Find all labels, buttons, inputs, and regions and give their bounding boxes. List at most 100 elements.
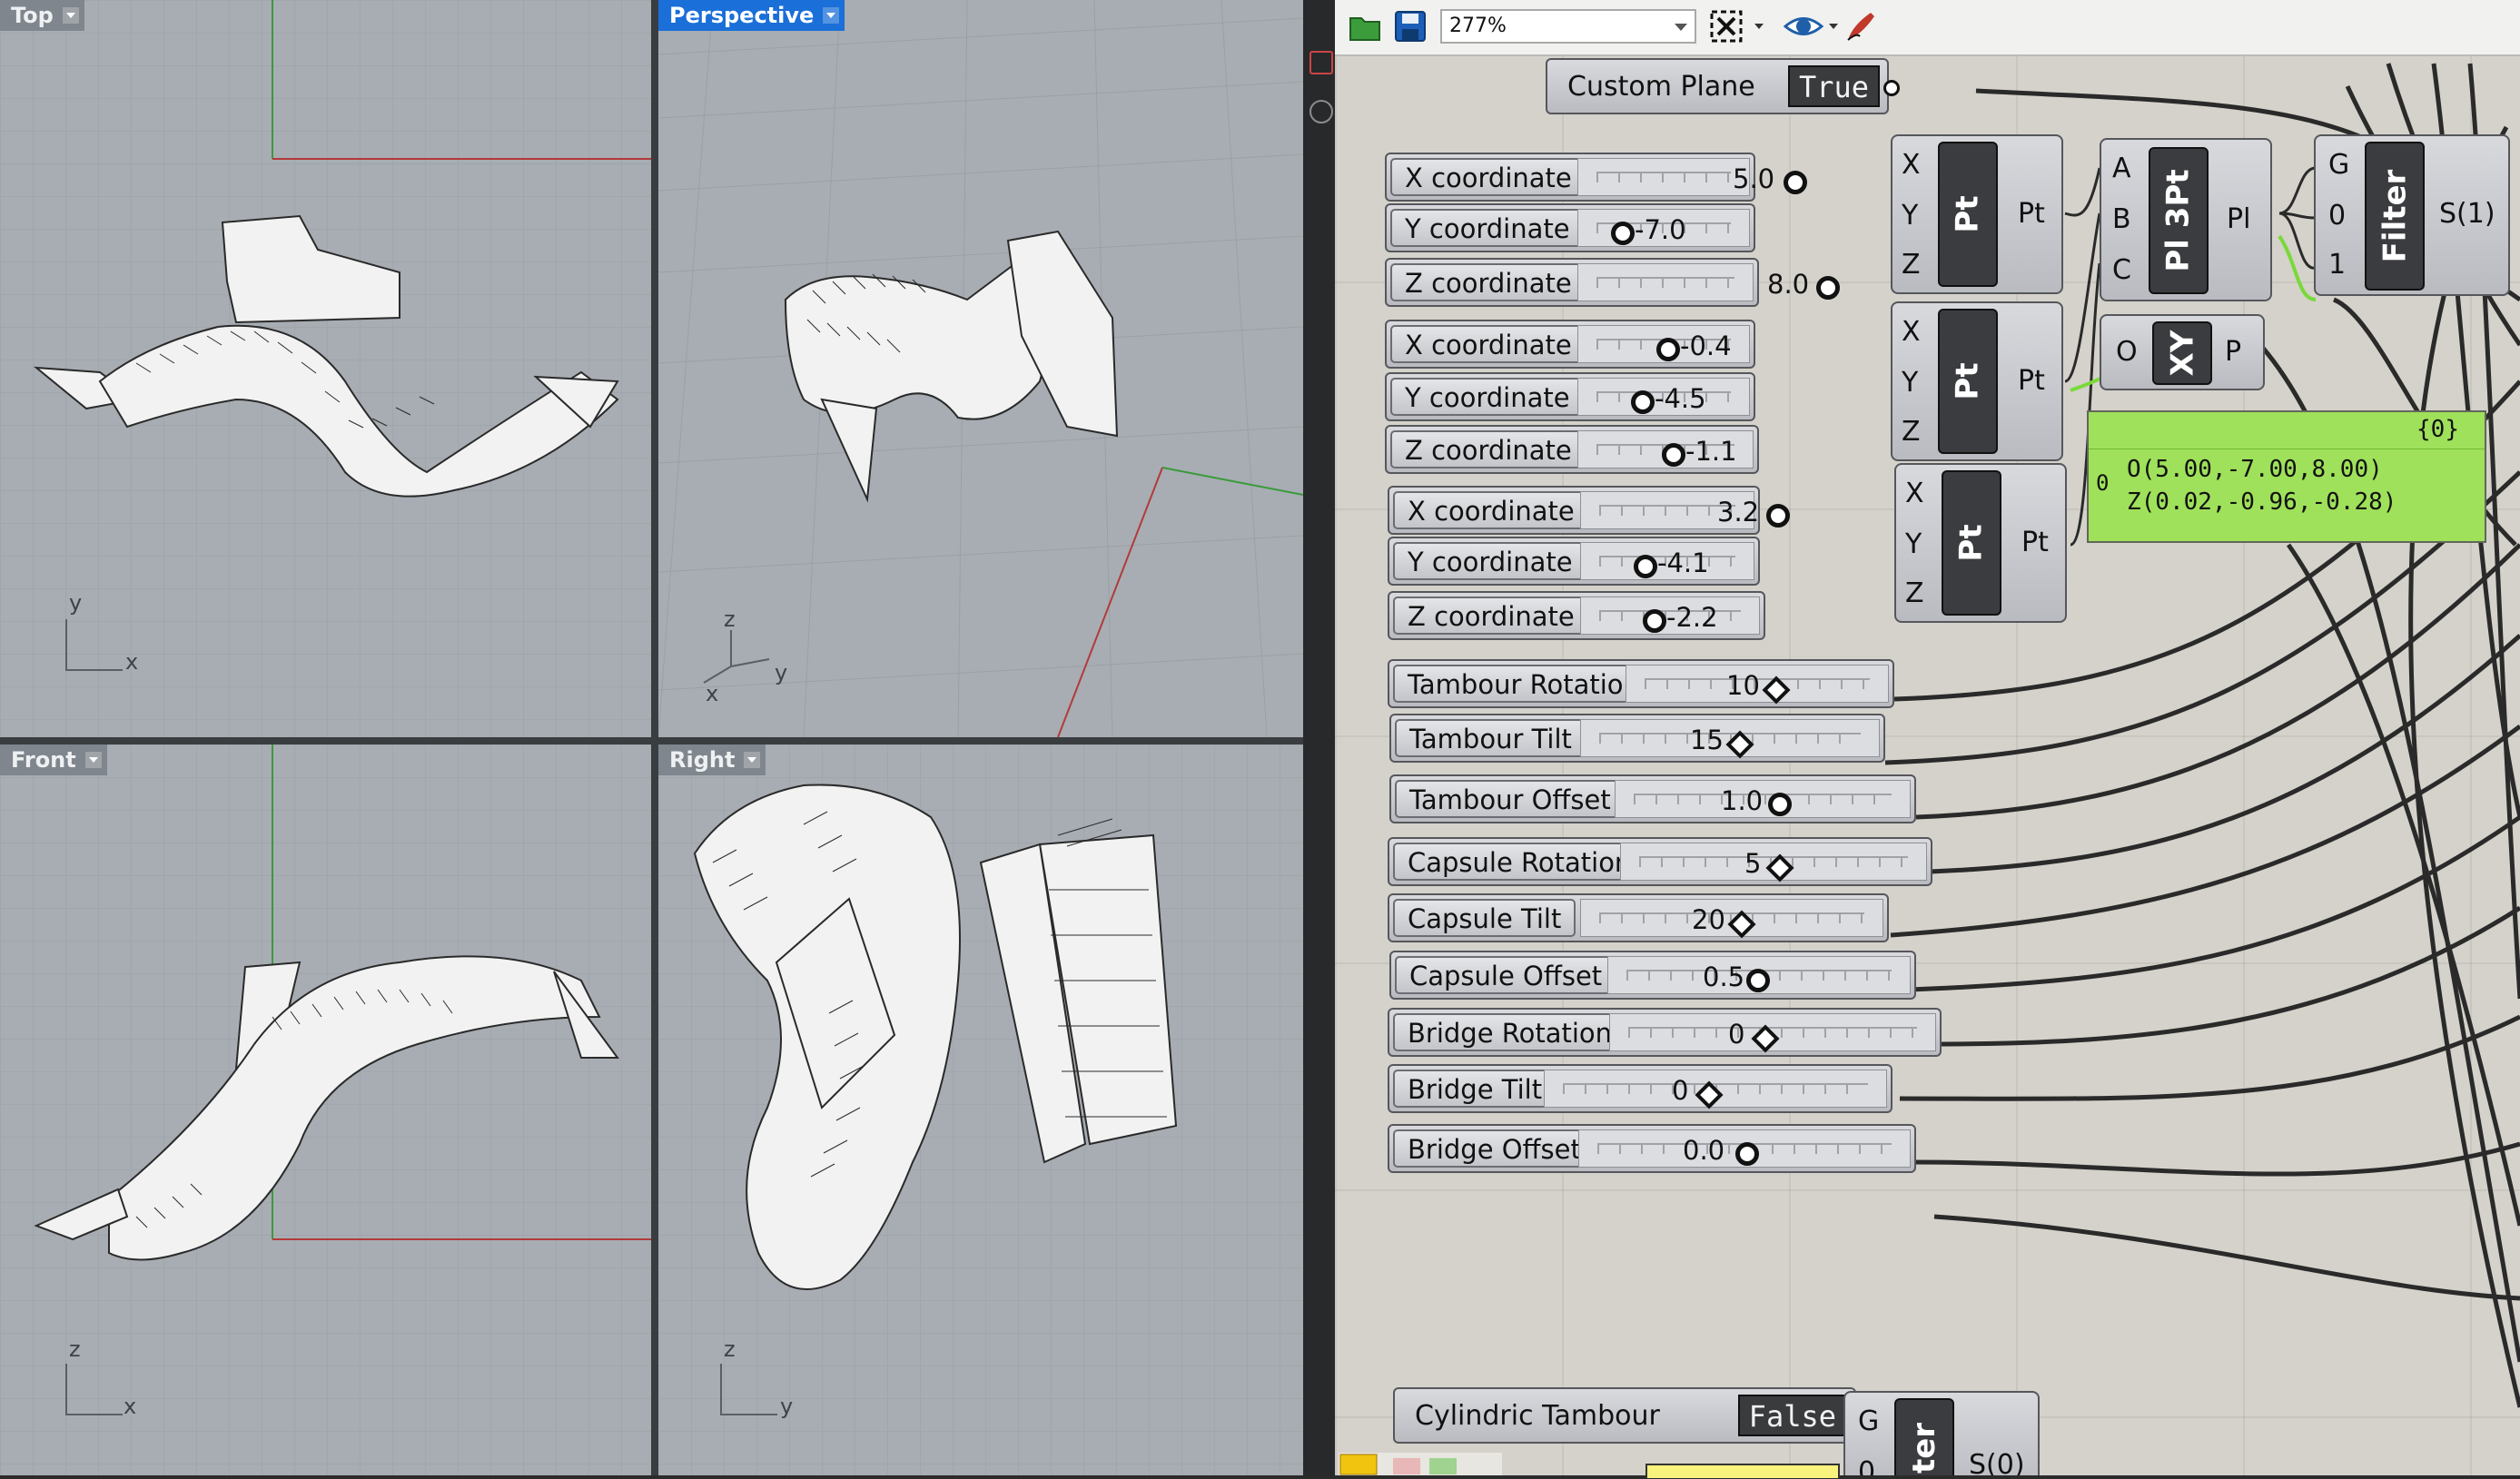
slider-grip[interactable] <box>1784 171 1807 194</box>
input-x[interactable]: X <box>1902 149 1921 181</box>
slider-track[interactable]: -0.4 <box>1577 325 1750 363</box>
sketch-pen-icon[interactable] <box>1843 9 1878 44</box>
output-plane[interactable]: P <box>2225 336 2241 368</box>
tab-viewport-right[interactable]: Right <box>658 744 766 775</box>
output-stream[interactable]: S(0) <box>1969 1449 2025 1475</box>
grasshopper-canvas[interactable]: 277% Custom Plane True X coordinate 5.0 … <box>1335 0 2520 1475</box>
slider-track[interactable]: -7.0 <box>1577 209 1750 247</box>
input-x[interactable]: X <box>1902 316 1921 348</box>
input-1[interactable]: 1 <box>2328 249 2346 281</box>
z-coordinate-slider[interactable]: Z coordinate -1.1 <box>1385 425 1759 474</box>
output-pl[interactable]: Pl <box>2227 203 2250 235</box>
input-b[interactable]: B <box>2112 203 2131 235</box>
viewport-top[interactable]: Top y x <box>0 0 651 737</box>
stream-filter-component[interactable]: G 0 1 Filter S(1) <box>2314 134 2510 296</box>
slider-track[interactable]: 0 <box>1544 1070 1887 1109</box>
x-coordinate-slider[interactable]: X coordinate 3.2 <box>1388 486 1790 535</box>
input-a[interactable]: A <box>2112 153 2131 184</box>
output-stream[interactable]: S(1) <box>2439 198 2495 230</box>
chevron-down-icon[interactable] <box>823 7 840 24</box>
bridge-tilt-slider[interactable]: Bridge Tilt 0 <box>1388 1064 1892 1113</box>
tambour-offset-slider[interactable]: Tambour Offset 1.0 <box>1389 774 1916 823</box>
bridge-offset-slider[interactable]: Bridge Offset 0.0 <box>1388 1124 1916 1173</box>
cylindric-tambour-toggle[interactable]: Cylindric Tambour False <box>1393 1387 1856 1444</box>
viewport-right[interactable]: Right z y <box>658 744 1303 1475</box>
y-coordinate-slider[interactable]: Y coordinate -4.5 <box>1385 372 1755 421</box>
slider-grip[interactable] <box>1634 555 1657 578</box>
output-panel[interactable]: {0} 0 O(5.00,-7.00,8.00) Z(0.02,-0.96,-0… <box>2087 410 2486 543</box>
output-grip[interactable] <box>1883 80 1900 96</box>
slider-track[interactable]: 8.0 <box>1577 263 1840 301</box>
tambour-rotation-slider[interactable]: Tambour Rotation 10 <box>1388 659 1894 708</box>
slider-grip[interactable] <box>1768 793 1792 816</box>
input-gate[interactable]: G <box>2328 149 2349 181</box>
slider-track[interactable]: 5 <box>1620 843 1927 882</box>
capsule-rotation-slider[interactable]: Capsule Rotation 5 <box>1388 837 1932 886</box>
slider-track[interactable]: 0 <box>1609 1013 1936 1053</box>
slider-grip[interactable] <box>1611 222 1635 245</box>
slider-track[interactable]: -2.2 <box>1580 597 1760 635</box>
slider-track[interactable]: 3.2 <box>1580 491 1790 529</box>
input-y[interactable]: Y <box>1902 367 1918 399</box>
panel-divider[interactable] <box>1303 0 1335 1475</box>
slider-track[interactable]: -4.5 <box>1577 378 1750 416</box>
input-c[interactable]: C <box>2112 254 2131 286</box>
bridge-rotation-slider[interactable]: Bridge Rotation 0 <box>1388 1008 1942 1057</box>
scribble-note[interactable] <box>1645 1464 1840 1478</box>
z-coordinate-slider[interactable]: Z coordinate -2.2 <box>1388 591 1765 640</box>
slider-track[interactable]: 0.0 <box>1578 1129 1911 1168</box>
x-coordinate-slider[interactable]: X coordinate 5.0 <box>1385 153 1807 202</box>
viewport-front[interactable]: Front z x <box>0 744 651 1475</box>
slider-grip[interactable] <box>1662 443 1685 467</box>
input-x[interactable]: X <box>1905 478 1924 509</box>
circle-icon[interactable] <box>1309 100 1333 123</box>
chevron-down-icon[interactable] <box>744 752 761 768</box>
slider-grip[interactable] <box>1766 504 1790 528</box>
construct-point-component[interactable]: X Y Z Pt Pt <box>1891 301 2063 461</box>
input-z[interactable]: Z <box>1902 416 1921 448</box>
slider-track[interactable]: 5.0 <box>1577 158 1807 196</box>
viewport-perspective[interactable]: Perspective z y x <box>658 0 1303 737</box>
toggle-value[interactable]: True <box>1787 65 1880 107</box>
output-pt[interactable]: Pt <box>2018 198 2045 230</box>
layer-icon[interactable] <box>1309 51 1333 74</box>
slider-track[interactable]: 10 <box>1626 665 1889 705</box>
tambour-tilt-slider[interactable]: Tambour Tilt 15 <box>1389 714 1885 763</box>
slider-track[interactable]: 1.0 <box>1615 780 1911 818</box>
stream-filter-component[interactable]: G 0 ter S(0) <box>1843 1391 2040 1475</box>
slider-grip[interactable] <box>1631 390 1655 414</box>
plane-3pt-component[interactable]: A B C Pl 3Pt Pl <box>2100 138 2272 301</box>
input-z[interactable]: Z <box>1905 577 1924 609</box>
tab-viewport-front[interactable]: Front <box>0 744 107 775</box>
slider-grip[interactable] <box>1735 1142 1759 1166</box>
y-coordinate-slider[interactable]: Y coordinate -7.0 <box>1385 203 1755 252</box>
tab-viewport-perspective[interactable]: Perspective <box>658 0 845 31</box>
z-coordinate-slider[interactable]: Z coordinate 8.0 <box>1385 258 1840 307</box>
y-coordinate-slider[interactable]: Y coordinate -4.1 <box>1388 537 1760 586</box>
input-0[interactable]: 0 <box>2328 200 2346 232</box>
save-icon[interactable] <box>1393 9 1428 44</box>
slider-track[interactable]: 20 <box>1580 899 1883 939</box>
capsule-tilt-slider[interactable]: Capsule Tilt 20 <box>1388 893 1889 942</box>
zoom-select[interactable]: 277% <box>1440 9 1696 44</box>
preview-eye-icon[interactable] <box>1783 9 1824 44</box>
input-origin[interactable]: O <box>2116 336 2138 368</box>
input-gate[interactable]: G <box>1858 1405 1879 1437</box>
output-pt[interactable]: Pt <box>2021 527 2049 558</box>
chevron-down-icon[interactable] <box>84 752 102 768</box>
construct-point-component[interactable]: X Y Z Pt Pt <box>1894 463 2067 623</box>
tab-viewport-top[interactable]: Top <box>0 0 84 31</box>
chevron-down-icon[interactable] <box>62 7 79 24</box>
slider-track[interactable]: -1.1 <box>1577 430 1754 468</box>
slider-track[interactable]: -4.1 <box>1580 542 1754 580</box>
input-z[interactable]: Z <box>1902 249 1921 281</box>
toggle-value[interactable]: False <box>1737 1395 1847 1436</box>
output-pt[interactable]: Pt <box>2018 365 2045 397</box>
xy-plane-component[interactable]: O XY P <box>2100 314 2265 390</box>
input-y[interactable]: Y <box>1902 200 1918 232</box>
input-y[interactable]: Y <box>1905 528 1922 560</box>
dropdown-arrow-icon[interactable] <box>1754 24 1764 29</box>
input-0[interactable]: 0 <box>1858 1456 1875 1475</box>
slider-grip[interactable] <box>1816 276 1840 300</box>
viewport-splitter-horizontal[interactable] <box>0 737 1303 744</box>
